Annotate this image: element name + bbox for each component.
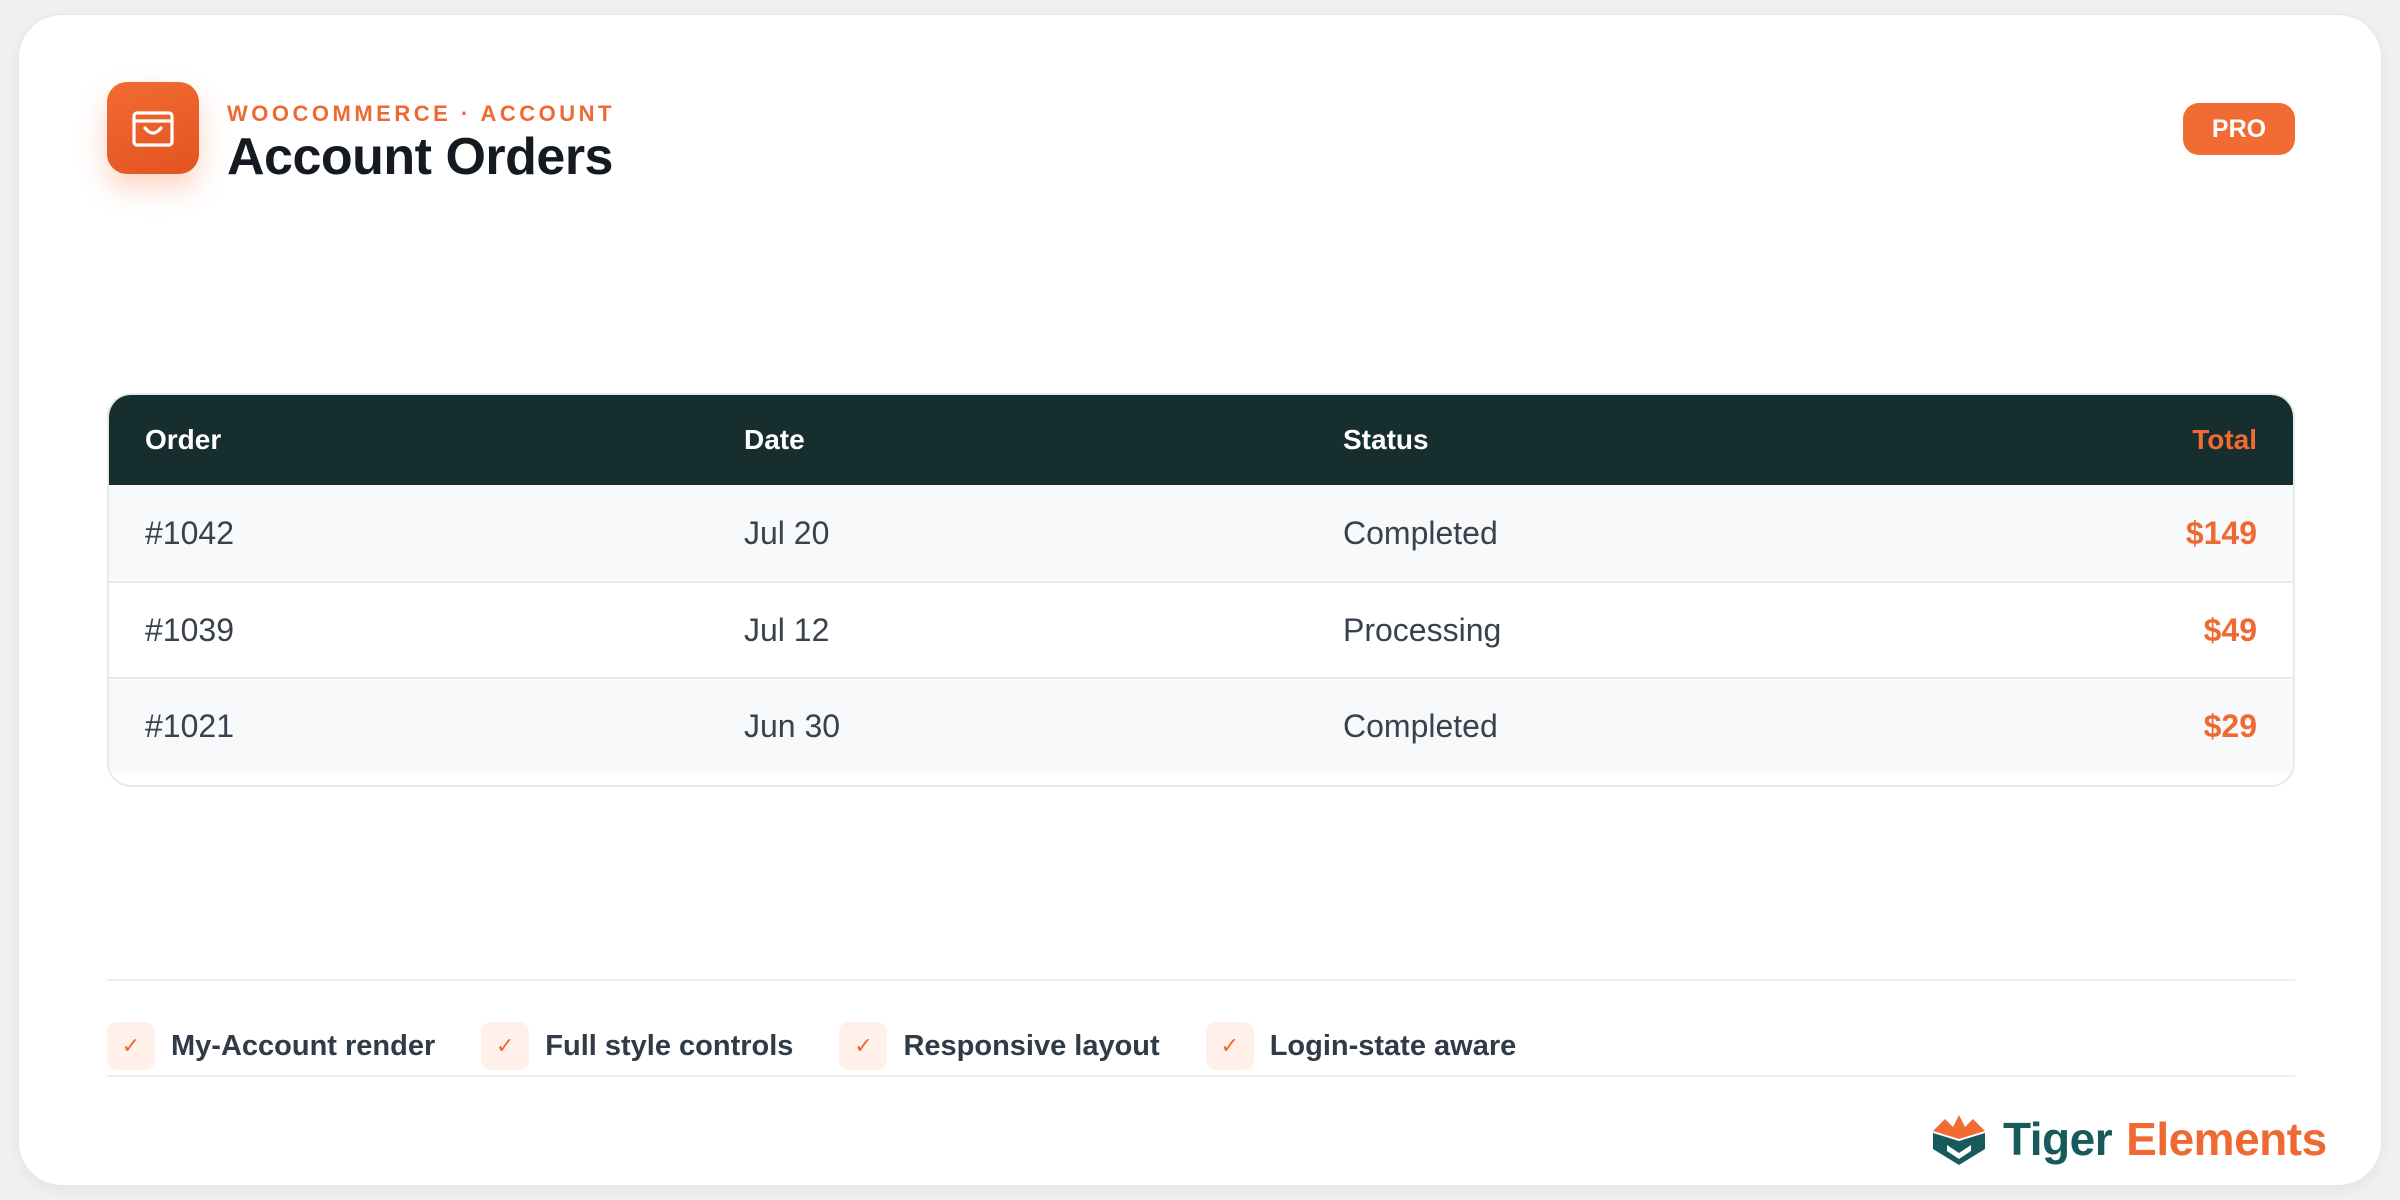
check-icon: ✓ [481, 1022, 530, 1070]
brand-logo[interactable]: Tiger Elements [1927, 1109, 2327, 1169]
tiger-elements-logo-icon [1933, 1115, 1985, 1165]
check-icon: ✓ [1205, 1022, 1254, 1070]
order-number[interactable]: #1039 [145, 612, 744, 649]
widget-card: WOOCOMMERCE · ACCOUNT Account Orders PRO… [18, 14, 2382, 1186]
table-row[interactable]: #1021 Jun 30 Completed $29 [109, 677, 2293, 773]
table-header: Order Date Status Total [109, 395, 2293, 485]
order-date: Jul 20 [744, 514, 830, 551]
order-date: Jul 12 [744, 611, 830, 648]
feature-list: ✓ My-Account render ✓ Full style control… [107, 1021, 1562, 1071]
features-top-divider [107, 979, 2295, 981]
table-row[interactable]: #1042 Jul 20 Completed $149 [109, 485, 2293, 581]
feature-label: My-Account render [171, 1029, 436, 1062]
column-header-order: Order [145, 424, 222, 455]
feature-item: ✓ My-Account render [107, 1022, 435, 1070]
feature-item: ✓ Full style controls [481, 1022, 793, 1070]
order-status: Processing [1343, 611, 1502, 648]
brand-name-tiger: Tiger [2003, 1113, 2113, 1165]
features-bottom-divider [107, 1075, 2295, 1077]
page-eyebrow: WOOCOMMERCE · ACCOUNT [227, 101, 615, 126]
order-total: $49 [2203, 611, 2257, 648]
column-header-total: Total [2192, 424, 2257, 455]
order-status: Completed [1343, 707, 1498, 744]
orders-table: Order Date Status Total #1042 Jul 20 Com… [107, 393, 2295, 787]
order-total: $29 [2203, 707, 2257, 744]
feature-item: ✓ Responsive layout [839, 1022, 1160, 1070]
brand-name-elements: Elements [2126, 1113, 2327, 1165]
order-number[interactable]: #1042 [145, 515, 744, 552]
order-total: $149 [2185, 514, 2257, 551]
feature-item: ✓ Login-state aware [1205, 1022, 1517, 1070]
table-body: #1042 Jul 20 Completed $149 #1039 Jul 12… [109, 485, 2293, 773]
feature-label: Login-state aware [1269, 1029, 1517, 1062]
check-icon: ✓ [839, 1022, 888, 1070]
order-number[interactable]: #1021 [145, 708, 744, 745]
order-status: Completed [1343, 514, 1498, 551]
table-row[interactable]: #1039 Jul 12 Processing $49 [109, 581, 2293, 677]
page-title: Account Orders [227, 128, 613, 186]
order-date: Jun 30 [744, 707, 841, 744]
pro-badge: PRO [2183, 103, 2295, 155]
column-header-status: Status [1343, 424, 1429, 455]
feature-label: Responsive layout [903, 1029, 1160, 1062]
check-icon: ✓ [107, 1022, 155, 1070]
shopping-bag-icon [107, 82, 199, 174]
column-header-date: Date [744, 424, 805, 455]
feature-label: Full style controls [545, 1029, 794, 1062]
